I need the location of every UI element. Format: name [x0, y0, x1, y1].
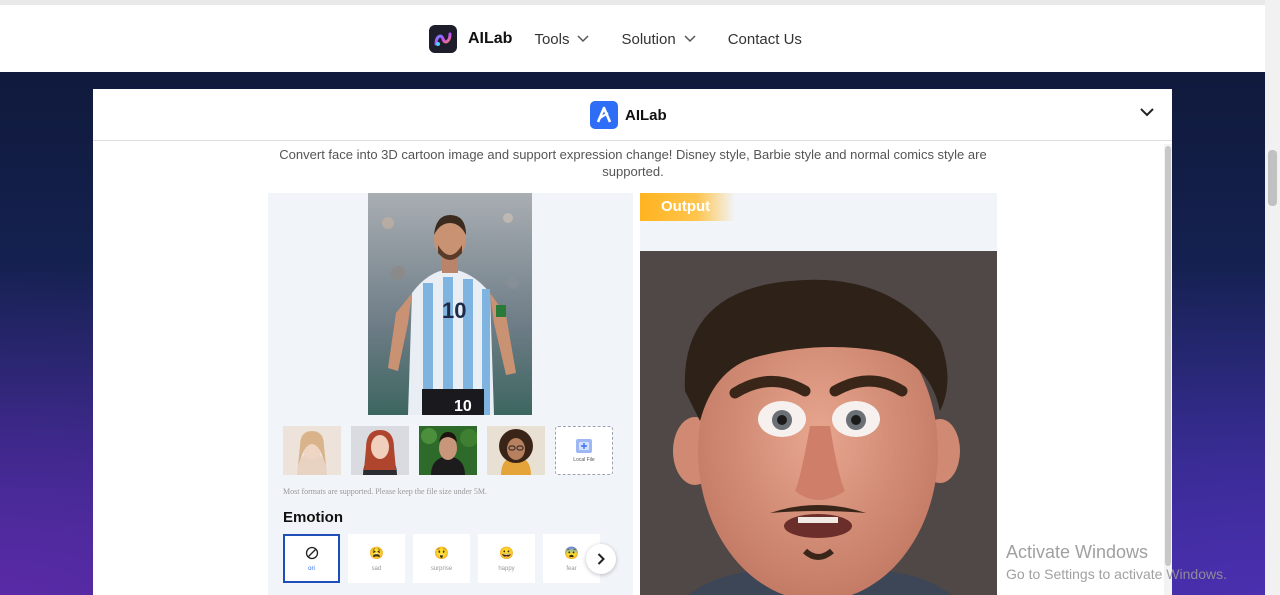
emotion-option-sad[interactable]: 😫 sad — [348, 534, 405, 583]
page-scrollbar-thumb[interactable] — [1268, 150, 1277, 206]
emotion-option-ori[interactable]: ori — [283, 534, 340, 583]
chevron-down-icon — [577, 35, 590, 43]
local-file-label: Local File — [573, 457, 595, 463]
chevron-down-icon — [684, 35, 696, 43]
nav-bar: AILab Tools Solution Contact Us — [429, 24, 834, 54]
sample-photo[interactable] — [487, 426, 545, 475]
windows-activation-watermark: Activate Windows Go to Settings to activ… — [1006, 542, 1227, 583]
local-file-upload-button[interactable]: Local File — [555, 426, 613, 475]
none-icon — [305, 546, 318, 559]
nav-item-tools[interactable]: Tools — [534, 30, 590, 48]
panel-scrollbar-thumb[interactable] — [1165, 146, 1171, 566]
output-section: Output — [640, 193, 997, 595]
output-badge: Output — [640, 193, 735, 221]
sample-images: Local File — [283, 426, 613, 475]
chevron-right-icon — [597, 553, 605, 565]
emotion-label: surprise — [430, 565, 453, 572]
chevron-down-icon[interactable] — [1140, 108, 1154, 117]
emotion-label: sad — [371, 565, 382, 572]
happy-emoji-icon: 😀 — [499, 545, 514, 560]
ailab-logo-icon[interactable] — [429, 25, 457, 53]
top-navigation: AILab Tools Solution Contact Us — [0, 0, 1265, 72]
emotion-option-surprise[interactable]: 😲 surprise — [413, 534, 470, 583]
nav-item-label: Solution — [621, 30, 676, 48]
nav-item-label: Tools — [534, 30, 570, 48]
nav-item-solution[interactable]: Solution — [621, 30, 696, 48]
emotion-title: Emotion — [283, 509, 343, 526]
watermark-subtitle: Go to Settings to activate Windows. — [1006, 566, 1227, 582]
panel-brand: AILab — [590, 101, 667, 129]
sample-photo[interactable] — [351, 426, 409, 475]
nav-item-label: Contact Us — [727, 30, 802, 48]
watermark-title: Activate Windows — [1006, 542, 1149, 562]
tool-description: Convert face into 3D cartoon image and s… — [279, 147, 987, 179]
cartoon-output-image — [640, 251, 997, 595]
emotion-label: ori — [308, 565, 315, 572]
sample-photo[interactable] — [419, 426, 477, 475]
svg-text:10: 10 — [442, 298, 466, 323]
ailab-panel-logo-icon — [590, 101, 618, 129]
upload-image-icon — [576, 439, 592, 453]
brand-name[interactable]: AILab — [468, 30, 512, 48]
surprise-emoji-icon: 😲 — [434, 545, 449, 560]
panel-scrollbar[interactable] — [1164, 144, 1172, 595]
emotion-option-happy[interactable]: 😀 happy — [478, 534, 535, 583]
emotion-next-button[interactable] — [586, 544, 616, 574]
svg-text:10: 10 — [454, 398, 472, 415]
input-section: 10 10 Local File Most formats are suppor… — [268, 193, 633, 595]
ailab-panel: AILab Convert face into 3D cartoon image… — [93, 89, 1172, 595]
emotion-label: happy — [498, 565, 515, 572]
emotion-label: fear — [566, 565, 577, 572]
panel-header: AILab — [93, 89, 1172, 141]
upload-hint: Most formats are supported. Please keep … — [283, 487, 487, 496]
emotion-options: ori 😫 sad 😲 surprise 😀 happy 😨 fear — [283, 534, 618, 584]
page-scrollbar[interactable] — [1265, 0, 1280, 595]
uploaded-photo: 10 10 — [368, 193, 532, 415]
sample-photo[interactable] — [283, 426, 341, 475]
panel-brand-name: AILab — [625, 106, 667, 124]
nav-item-contact-us[interactable]: Contact Us — [728, 31, 802, 48]
fear-emoji-icon: 😨 — [564, 545, 579, 560]
sad-emoji-icon: 😫 — [369, 545, 384, 560]
